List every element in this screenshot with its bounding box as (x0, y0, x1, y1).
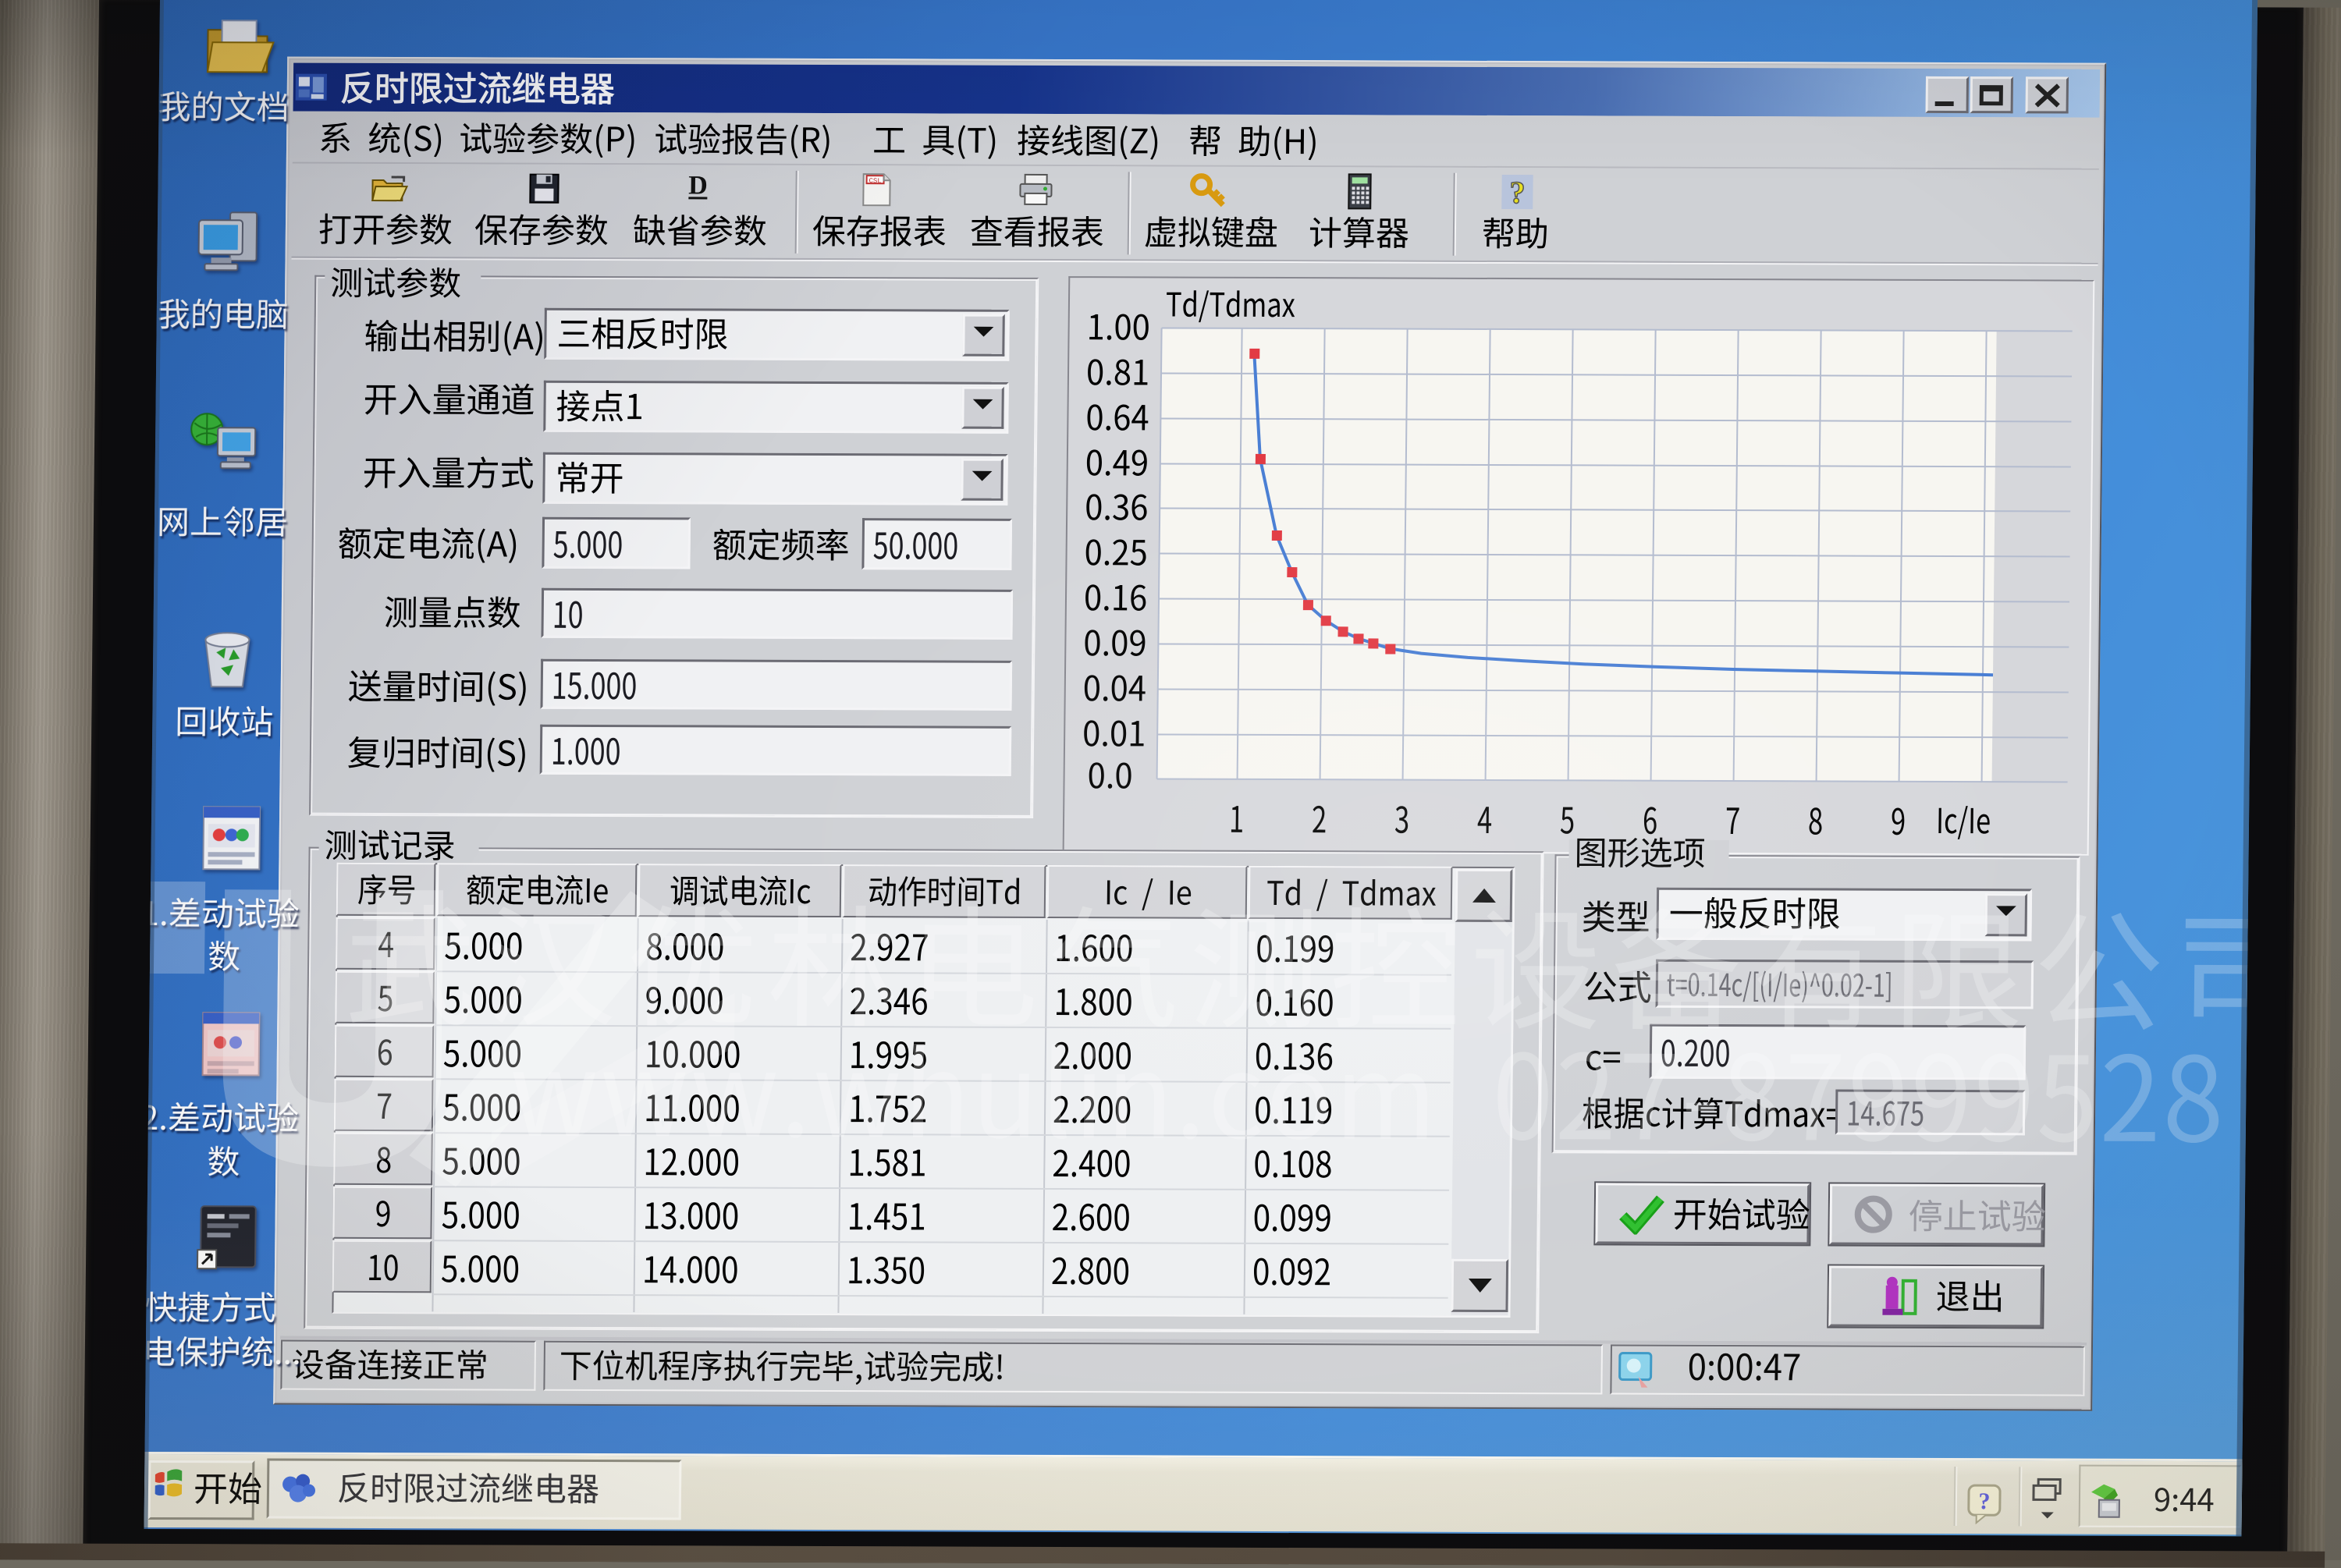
svg-text:?: ? (1978, 1488, 1990, 1514)
